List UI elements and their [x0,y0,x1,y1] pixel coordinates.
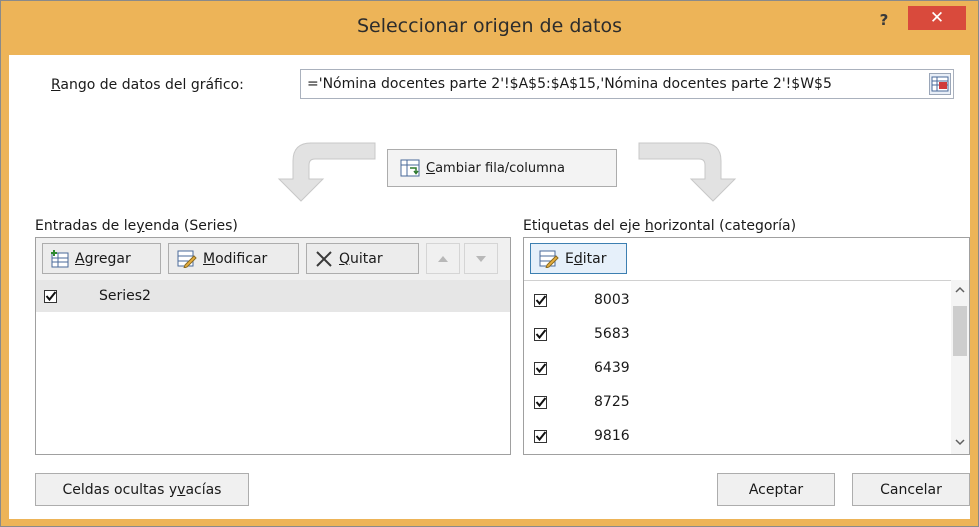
checkmark-icon [535,294,547,305]
add-series-label: Agregar [75,250,131,267]
scroll-thumb[interactable] [953,306,967,356]
edit-axis-labels-button[interactable]: Editar [530,243,627,274]
close-button[interactable]: ✕ [908,6,966,30]
edit-axis-labels-label: Editar [565,250,607,267]
dialog-body: Rango de datos del gráfico: ='Nómina doc… [9,55,970,519]
switch-row-column-button[interactable]: Cambiar fila/columna [387,149,617,187]
edit-series-label: Modificar [203,250,268,267]
collapse-dialog-button[interactable] [929,73,951,95]
add-series-button[interactable]: Agregar [42,243,161,274]
checkmark-icon [535,362,547,373]
category-value: 6439 [594,360,630,376]
ok-button[interactable]: Aceptar [717,473,835,506]
category-row[interactable]: 9816 [524,420,630,452]
category-row[interactable]: 6439 [524,352,630,384]
dialog-window: Seleccionar origen de datos ? ✕ Rango de… [0,0,979,527]
legend-toolbar: Agregar Modificar Quitar [36,238,510,281]
remove-x-icon [316,250,332,267]
chart-data-range-input[interactable]: ='Nómina docentes parte 2'!$A$5:$A$15,'N… [300,69,954,99]
chevron-up-icon [955,286,965,293]
series-row[interactable]: Series2 [36,280,510,312]
checkmark-icon [535,328,547,339]
hidden-empty-cells-button[interactable]: Celdas ocultas y v acías [35,473,249,506]
category-checkbox[interactable] [534,293,547,307]
remove-series-button[interactable]: Quitar [306,243,419,274]
range-value: ='Nómina docentes parte 2'!$A$5:$A$15,'N… [307,76,832,92]
title-bar[interactable]: Seleccionar origen de datos ? ✕ [1,1,978,55]
axis-toolbar: Editar [524,238,969,281]
category-checkbox[interactable] [534,327,547,341]
legend-entries-label: Entradas de leyenda (Series) [35,218,238,234]
category-row[interactable]: 5683 [524,318,630,350]
axis-labels-label: Etiquetas del eje horizontal (categoría) [523,218,797,234]
switch-row-column-label: Cambiar fila/columna [426,160,565,176]
move-down-button[interactable] [464,243,498,274]
close-icon: ✕ [929,8,945,28]
help-button[interactable]: ? [871,9,897,31]
checkmark-icon [535,396,547,407]
series-name: Series2 [99,288,151,304]
category-checkbox[interactable] [534,429,547,443]
arrow-up-icon [438,255,448,262]
checkmark-icon [535,430,547,441]
edit-axis-icon [539,250,559,268]
range-label: Rango de datos del gráfico: [51,77,244,93]
axis-categories-panel: Editar 8003 5683 6439 8725 9816 [523,237,970,455]
category-value: 5683 [594,326,630,342]
scroll-up-button[interactable] [951,282,969,299]
category-value: 9816 [594,428,630,444]
dialog-title: Seleccionar origen de datos [356,15,623,37]
arrow-down-icon [476,255,486,262]
category-checkbox[interactable] [534,361,547,375]
checkmark-icon [45,290,57,301]
edit-series-icon [177,250,197,268]
category-row[interactable]: 8003 [524,284,630,316]
swap-right-arrow-icon [638,142,737,202]
category-value: 8003 [594,292,630,308]
category-checkbox[interactable] [534,395,547,409]
add-series-icon [51,249,69,267]
category-row[interactable]: 8725 [524,386,630,418]
series-checkbox[interactable] [44,289,57,303]
category-value: 8725 [594,394,630,410]
chevron-down-icon [955,439,965,446]
cancel-button[interactable]: Cancelar [852,473,970,506]
categories-scrollbar[interactable] [951,280,969,454]
swap-left-arrow-icon [277,142,376,202]
legend-entries-panel: Agregar Modificar Quitar Series2 [35,237,511,455]
remove-series-label: Quitar [339,250,383,267]
edit-series-button[interactable]: Modificar [168,243,299,274]
move-up-button[interactable] [426,243,460,274]
switch-row-column-icon [400,159,420,177]
range-selector-icon [931,76,949,92]
scroll-down-button[interactable] [951,435,969,452]
